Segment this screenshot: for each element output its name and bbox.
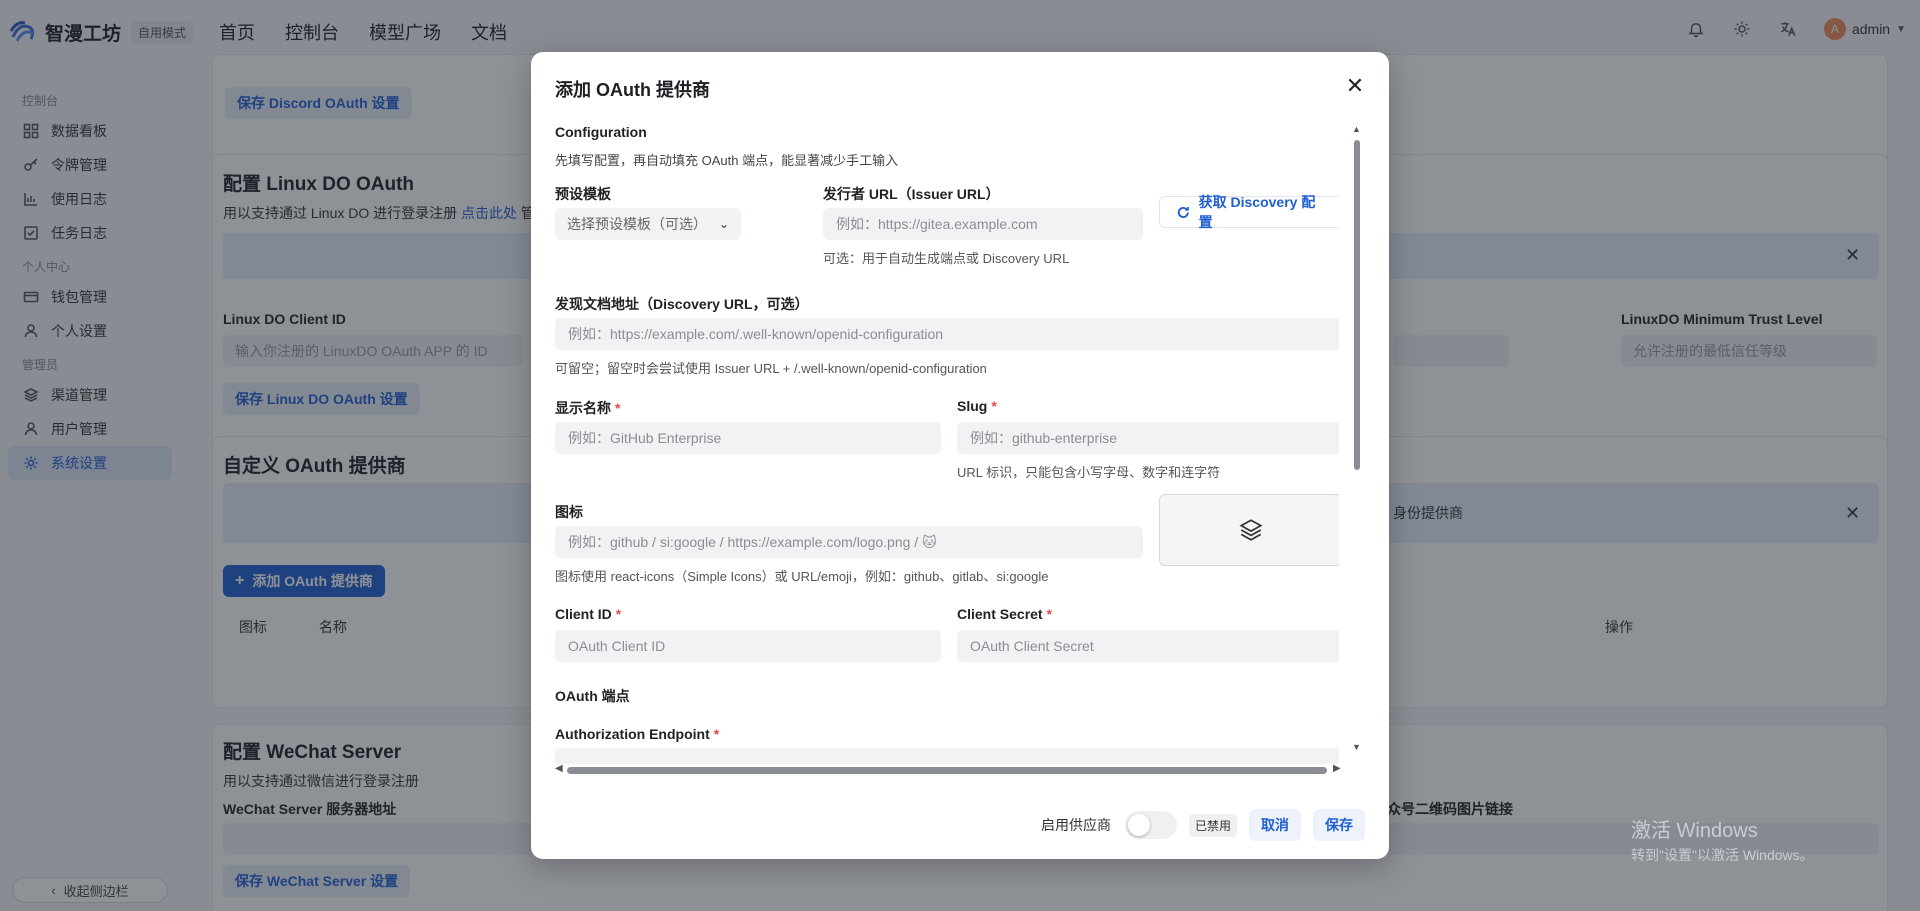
icon-help: 图标使用 react-icons（Simple Icons）或 URL/emoj… — [555, 569, 1049, 584]
required-mark: * — [1046, 606, 1053, 622]
modal-horizontal-scrollbar[interactable]: ◀ ▶ — [555, 763, 1345, 777]
refresh-icon — [1177, 206, 1189, 218]
save-button[interactable]: 保存 — [1313, 809, 1365, 841]
discovery-url-input[interactable] — [555, 318, 1339, 350]
modal-vertical-scrollbar[interactable]: ▲ ▼ — [1351, 124, 1363, 754]
toggle-knob — [1127, 814, 1150, 836]
client-id-input[interactable] — [555, 630, 941, 662]
status-badge: 已禁用 — [1188, 813, 1237, 837]
preset-select[interactable]: 选择预设模板（可选） ⌄ — [555, 208, 741, 240]
authorization-endpoint-input[interactable] — [555, 748, 1339, 764]
windows-activation-watermark: 激活 Windows 转到"设置"以激活 Windows。 — [1631, 814, 1814, 865]
scroll-up-icon[interactable]: ▲ — [1352, 124, 1361, 134]
client-id-label: Client ID * — [555, 606, 622, 622]
modal-body: Configuration 先填写配置，再自动填充 OAuth 端点，能显著减少… — [555, 124, 1339, 764]
discovery-url-help: 可留空；留空时会尝试使用 Issuer URL + /.well-known/o… — [555, 361, 987, 376]
scroll-right-icon[interactable]: ▶ — [1333, 763, 1341, 774]
watermark-line-2: 转到"设置"以激活 Windows。 — [1631, 847, 1814, 863]
authorization-endpoint-label: Authorization Endpoint * — [555, 726, 720, 742]
modal-title: 添加 OAuth 提供商 — [555, 80, 710, 100]
scroll-left-icon[interactable]: ◀ — [555, 763, 563, 774]
configuration-desc: 先填写配置，再自动填充 OAuth 端点，能显著减少手工输入 — [555, 153, 899, 168]
enable-provider-label: 启用供应商 — [1040, 817, 1111, 833]
display-name-input[interactable] — [555, 422, 941, 454]
scroll-down-icon[interactable]: ▼ — [1352, 742, 1361, 752]
slug-help: URL 标识，只能包含小写字母、数字和连字符 — [957, 465, 1221, 480]
required-mark: * — [713, 726, 720, 742]
preset-select-value: 选择预设模板（可选） — [567, 216, 707, 232]
add-oauth-provider-modal: 添加 OAuth 提供商 ✕ Configuration 先填写配置，再自动填充… — [531, 52, 1389, 859]
preset-label: 预设模板 — [555, 186, 611, 202]
enable-provider-toggle[interactable] — [1124, 811, 1177, 839]
close-icon[interactable]: ✕ — [1343, 73, 1367, 98]
oauth-endpoints-section-title: OAuth 端点 — [555, 688, 630, 704]
issuer-url-label: 发行者 URL（Issuer URL） — [823, 186, 1000, 202]
icon-preview — [1159, 494, 1339, 566]
scrollbar-thumb[interactable] — [567, 767, 1327, 774]
slug-input[interactable] — [957, 422, 1339, 454]
layers-icon — [1239, 519, 1263, 541]
display-name-label: 显示名称 * — [555, 400, 621, 416]
icon-label: 图标 — [555, 504, 583, 520]
icon-input[interactable] — [555, 526, 1143, 558]
cancel-button[interactable]: 取消 — [1249, 809, 1301, 841]
issuer-url-help: 可选：用于自动生成端点或 Discovery URL — [823, 251, 1070, 266]
watermark-line-1: 激活 Windows — [1631, 820, 1758, 842]
configuration-section-title: Configuration — [555, 124, 647, 140]
scrollbar-thumb[interactable] — [1354, 140, 1360, 470]
required-mark: * — [615, 400, 621, 416]
client-secret-label: Client Secret * — [957, 606, 1053, 622]
chevron-down-icon: ⌄ — [718, 217, 729, 231]
slug-label: Slug * — [957, 398, 997, 414]
issuer-url-input[interactable] — [823, 208, 1143, 240]
fetch-discovery-button[interactable]: 获取 Discovery 配置 — [1159, 194, 1339, 230]
required-mark: * — [615, 606, 622, 622]
client-secret-input[interactable] — [957, 630, 1339, 662]
discovery-url-label: 发现文档地址（Discovery URL，可选） — [555, 296, 809, 312]
required-mark: * — [991, 398, 997, 414]
modal-footer: 启用供应商 已禁用 取消 保存 — [1041, 809, 1365, 841]
